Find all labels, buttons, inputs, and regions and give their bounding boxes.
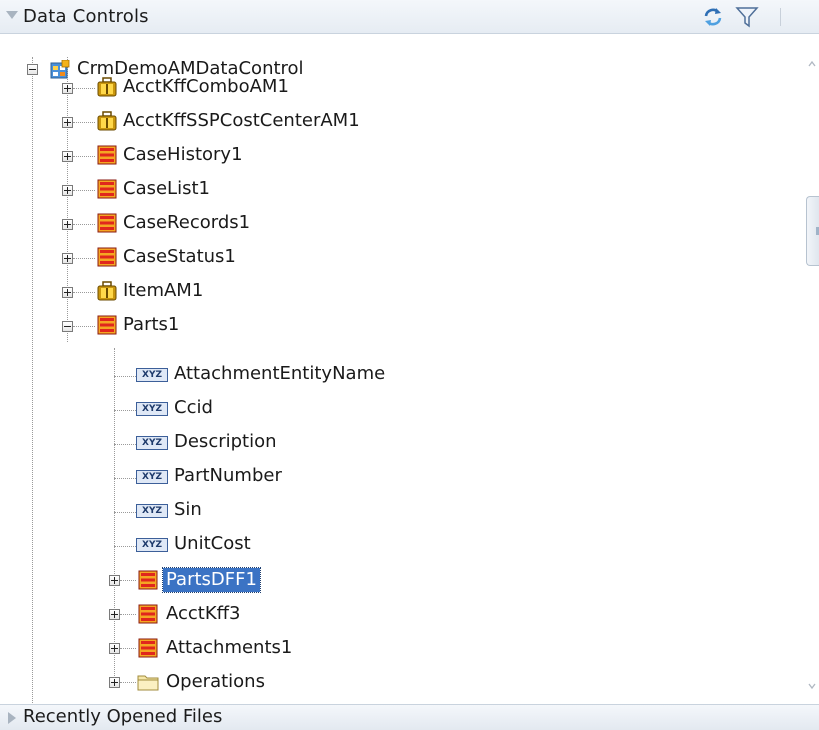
- attribute-node-attachmententityname[interactable]: XYZ AttachmentEntityName: [0, 359, 600, 393]
- tree-node-casestatus1[interactable]: CaseStatus1: [0, 240, 500, 274]
- expand-toggle-icon[interactable]: [62, 253, 73, 264]
- attribute-node-unitcost[interactable]: XYZ UnitCost: [0, 529, 600, 563]
- collection-icon: [97, 145, 117, 165]
- tree-node-caselist1[interactable]: CaseList1: [0, 172, 500, 206]
- expand-toggle-icon[interactable]: [62, 117, 73, 128]
- attribute-icon: XYZ: [136, 402, 168, 416]
- scroll-down-arrow-icon[interactable]: [808, 682, 816, 690]
- tree-node-casehistory1[interactable]: CaseHistory1: [0, 138, 500, 172]
- tree-node-label: ItemAM1: [123, 280, 204, 301]
- application-module-icon: [97, 77, 117, 97]
- collection-icon: [138, 638, 158, 658]
- data-controls-panel: Data Controls CrmDemoAMDataControl AcctK…: [0, 0, 819, 730]
- tree-node-caserecords1[interactable]: CaseRecords1: [0, 206, 500, 240]
- panel-header[interactable]: Data Controls: [0, 0, 819, 34]
- collapse-arrow-icon[interactable]: [6, 11, 18, 19]
- attribute-icon: XYZ: [136, 504, 168, 518]
- expand-toggle-icon[interactable]: [62, 83, 73, 94]
- application-module-icon: [97, 281, 117, 301]
- collection-icon: [97, 315, 117, 335]
- attribute-icon: XYZ: [136, 538, 168, 552]
- tree-node-label: Description: [174, 431, 277, 452]
- tree-node-label: AcctKffComboAM1: [123, 76, 289, 97]
- filter-icon[interactable]: [735, 5, 759, 29]
- expand-toggle-icon[interactable]: [109, 677, 120, 688]
- tree-node-label: AttachmentEntityName: [174, 363, 386, 384]
- tree-node-operations[interactable]: Operations: [0, 665, 600, 699]
- expand-arrow-icon[interactable]: [8, 712, 16, 724]
- folder-icon: [137, 675, 159, 691]
- tree-node-acctkffcomboam1[interactable]: AcctKffComboAM1: [0, 70, 500, 104]
- recently-opened-files-header[interactable]: Recently Opened Files: [0, 704, 819, 730]
- tree-node-acctkffsspcostcenteram1[interactable]: AcctKffSSPCostCenterAM1: [0, 104, 500, 138]
- vertical-scrollbar[interactable]: [805, 54, 819, 704]
- scrollbar-thumb[interactable]: [806, 196, 819, 266]
- tree-node-label-selected: PartsDFF1: [162, 567, 261, 593]
- tree-node-label: AcctKff3: [166, 603, 241, 624]
- toolbar-separator: [780, 8, 781, 26]
- tree-node-label: Parts1: [123, 314, 180, 335]
- tree-node-label: Ccid: [174, 397, 213, 418]
- tree-node-label: CaseHistory1: [123, 144, 243, 165]
- attribute-icon: XYZ: [136, 436, 168, 450]
- attribute-icon: XYZ: [136, 470, 168, 484]
- panel-title: Data Controls: [23, 6, 149, 27]
- tree-node-label: Operations: [166, 671, 265, 692]
- attribute-node-ccid[interactable]: XYZ Ccid: [0, 393, 600, 427]
- expand-toggle-icon[interactable]: [62, 151, 73, 162]
- tree-node-itemam1[interactable]: ItemAM1: [0, 274, 500, 308]
- attribute-icon: XYZ: [136, 368, 168, 382]
- collection-icon: [138, 604, 158, 624]
- tree-node-partsdff1[interactable]: PartsDFF1: [0, 563, 600, 597]
- expand-toggle-icon[interactable]: [62, 287, 73, 298]
- collapse-toggle-icon[interactable]: [62, 321, 73, 332]
- refresh-icon[interactable]: [701, 5, 725, 29]
- tree-node-label: UnitCost: [174, 533, 251, 554]
- tree-node-label: Attachments1: [166, 637, 293, 658]
- tree-node-label: Sin: [174, 499, 202, 520]
- data-controls-tree: CrmDemoAMDataControl AcctKffComboAM1 Acc…: [0, 34, 805, 704]
- collection-icon: [138, 570, 158, 590]
- tree-node-acctkff3[interactable]: AcctKff3: [0, 597, 600, 631]
- collection-icon: [97, 179, 117, 199]
- tree-node-attachments1[interactable]: Attachments1: [0, 631, 600, 665]
- expand-toggle-icon[interactable]: [109, 609, 120, 620]
- attribute-node-partnumber[interactable]: XYZ PartNumber: [0, 461, 600, 495]
- tree-node-label: AcctKffSSPCostCenterAM1: [123, 110, 360, 131]
- scroll-up-arrow-icon[interactable]: [808, 60, 816, 68]
- collection-icon: [97, 213, 117, 233]
- attribute-node-sin[interactable]: XYZ Sin: [0, 495, 600, 529]
- tree-node-label: CaseRecords1: [123, 212, 251, 233]
- tree-node-label: PartNumber: [174, 465, 282, 486]
- expand-toggle-icon[interactable]: [109, 575, 120, 586]
- expand-toggle-icon[interactable]: [62, 185, 73, 196]
- tree-node-label: CaseStatus1: [123, 246, 236, 267]
- tree-node-label: CaseList1: [123, 178, 210, 199]
- footer-title: Recently Opened Files: [23, 706, 223, 727]
- application-module-icon: [97, 111, 117, 131]
- attribute-node-description[interactable]: XYZ Description: [0, 427, 600, 461]
- collection-icon: [97, 247, 117, 267]
- expand-toggle-icon[interactable]: [62, 219, 73, 230]
- expand-toggle-icon[interactable]: [109, 643, 120, 654]
- tree-node-parts1[interactable]: Parts1: [0, 308, 500, 342]
